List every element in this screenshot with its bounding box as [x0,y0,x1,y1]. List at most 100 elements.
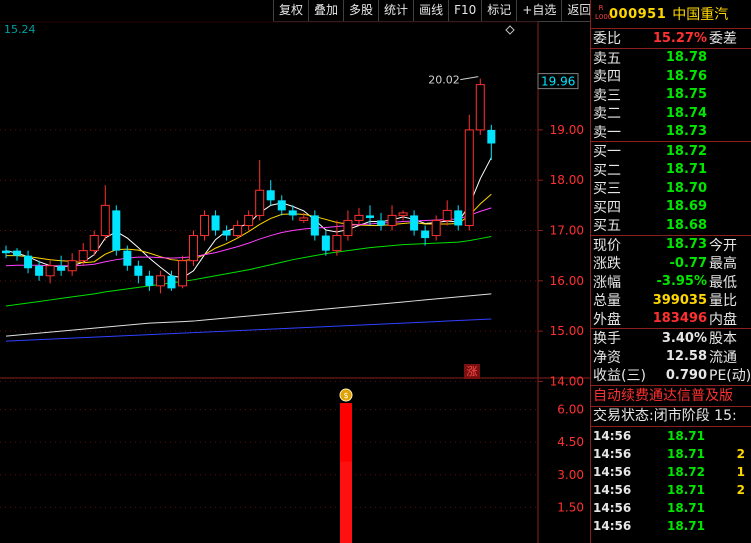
candle-body [222,230,231,236]
volume-tick-label: 1.50 [557,500,584,514]
quote-panel: R L000 000951 中国重汽 委比 15.27% 委差 卖五 18.78 卖四… [590,0,751,543]
trade-row[interactable]: 14:56 18.71 [591,427,751,445]
limit-up-badge[interactable]: 涨 [464,364,480,379]
stat2-row[interactable]: 净资 12.58 流通 [591,348,751,367]
buy-book: 买一 18.72 买二 18.71 买三 18.70 买四 18.69 买五 18.68 [591,142,751,235]
candle-body [421,230,430,239]
stat-row[interactable]: 涨幅 -3.95% 最低 [591,273,751,292]
ask-value: 18.74 [665,105,707,121]
candle-body [487,129,496,144]
price-tick-label: 14.00 [550,374,584,388]
candle-body [387,214,397,226]
stat-extra-label: 最低 [709,274,737,291]
money-bag-symbol: $ [343,391,348,400]
stat-value: -0.77 [669,255,707,271]
stat-row[interactable]: 总量 399035 量比 [591,291,751,310]
candle-body [67,260,77,272]
stat-value: -3.95% [656,274,708,290]
stat-label: 涨幅 [593,274,621,291]
price-tick-label: 16.00 [550,274,584,288]
ask-value: 18.78 [665,50,707,66]
candle-body [410,215,419,231]
stat2-label: 净资 [593,349,621,366]
top-left-value: 15.24 [4,23,36,36]
bid-row[interactable]: 买五 18.68 [591,216,751,235]
candle-body [200,214,210,237]
bid-row[interactable]: 买二 18.71 [591,161,751,180]
r-badge: R L000 [595,4,613,21]
trade-volume: 1 [736,464,745,479]
stat-value: 183496 [652,311,707,327]
bid-value: 18.68 [665,217,707,233]
bid-row[interactable]: 买四 18.69 [591,198,751,217]
trade-row[interactable]: 14:56 18.71 [591,499,751,517]
ask-row[interactable]: 卖二 18.74 [591,104,751,123]
trade-row[interactable]: 14:56 18.71 [591,517,751,535]
trade-time: 14:56 [593,464,632,479]
ask-label: 卖四 [593,69,621,86]
trade-price: 18.71 [667,518,705,533]
candle-body [134,265,143,276]
trade-volume: 2 [736,446,745,461]
bid-row[interactable]: 买三 18.70 [591,179,751,198]
sell-book: 卖五 18.78 卖四 18.76 卖三 18.75 卖二 18.74 卖一 18.73 [591,49,751,142]
bid-label: 买二 [593,162,621,179]
ask-label: 卖三 [593,87,621,104]
candle-body [13,250,22,256]
ask-row[interactable]: 卖三 18.75 [591,86,751,105]
trade-time: 14:56 [593,518,632,533]
bid-value: 18.72 [665,143,707,159]
price-tick-label: 18.00 [550,173,584,187]
ask-row[interactable]: 卖五 18.78 [591,49,751,68]
ticker-text[interactable]: 自动续费通达信普及版 [591,386,751,406]
price-tick-label: 15.00 [550,324,584,338]
stat2-extra-label: 流通 [709,349,737,366]
stat-value: 399035 [652,292,707,308]
candle-body [35,265,44,276]
ma-line [5,236,492,307]
candle-body [177,260,187,287]
stat-extra-label: 量比 [709,293,737,310]
candle-body [442,209,452,221]
candle-body [145,275,154,286]
bid-value: 18.69 [665,199,707,215]
trade-time: 14:56 [593,482,632,497]
trade-list[interactable]: 14:56 18.71 14:56 18.71 2 14:56 18.72 1 14:56 18.… [591,427,751,535]
stat-row[interactable]: 涨跌 -0.77 最高 [591,254,751,273]
candle-body [100,204,110,237]
trade-row[interactable]: 14:56 18.71 2 [591,445,751,463]
bid-label: 买一 [593,144,621,161]
stat2-label: 换手 [593,331,621,348]
ask-label: 卖二 [593,106,621,123]
candle-body [365,215,374,218]
trade-price: 18.72 [667,464,705,479]
stat2-row[interactable]: 换手 3.40% 股本 [591,329,751,348]
diamond-icon [505,25,515,35]
trade-row[interactable]: 14:56 18.72 1 [591,463,751,481]
bid-label: 买三 [593,181,621,198]
trade-price: 18.71 [667,482,705,497]
high-price-annotation: 20.02 [428,74,460,87]
stat-row[interactable]: 外盘 183496 内盘 [591,310,751,329]
trade-time: 14:56 [593,500,632,515]
ask-value: 18.73 [665,124,707,140]
candle-body [189,235,199,262]
stat2-value: 3.40% [661,330,707,346]
stat2-row[interactable]: 收益(三) 0.790 PE(动) [591,366,751,385]
candle-body [277,200,286,211]
kline-chart[interactable]: 19.00 18.00 17.00 16.00 15.00 14.00 6.00 4.50 3.… [0,0,590,543]
ask-row[interactable]: 卖四 18.76 [591,67,751,86]
weibi-row: 委比 15.27% 委差 [591,29,751,48]
trade-row[interactable]: 14:56 18.71 2 [591,481,751,499]
candle-body [155,275,165,287]
bid-label: 买五 [593,218,621,235]
stat2-value: 0.790 [665,367,707,383]
weibi-value: 15.27% [652,30,707,46]
bid-row[interactable]: 买一 18.72 [591,142,751,161]
candle-body [233,224,243,237]
stat-row[interactable]: 现价 18.73 今开 [591,236,751,255]
price-tick-label: 17.00 [550,224,584,238]
stat-value: 18.73 [665,237,707,253]
ask-row[interactable]: 卖一 18.73 [591,123,751,142]
ma-line [5,318,492,342]
